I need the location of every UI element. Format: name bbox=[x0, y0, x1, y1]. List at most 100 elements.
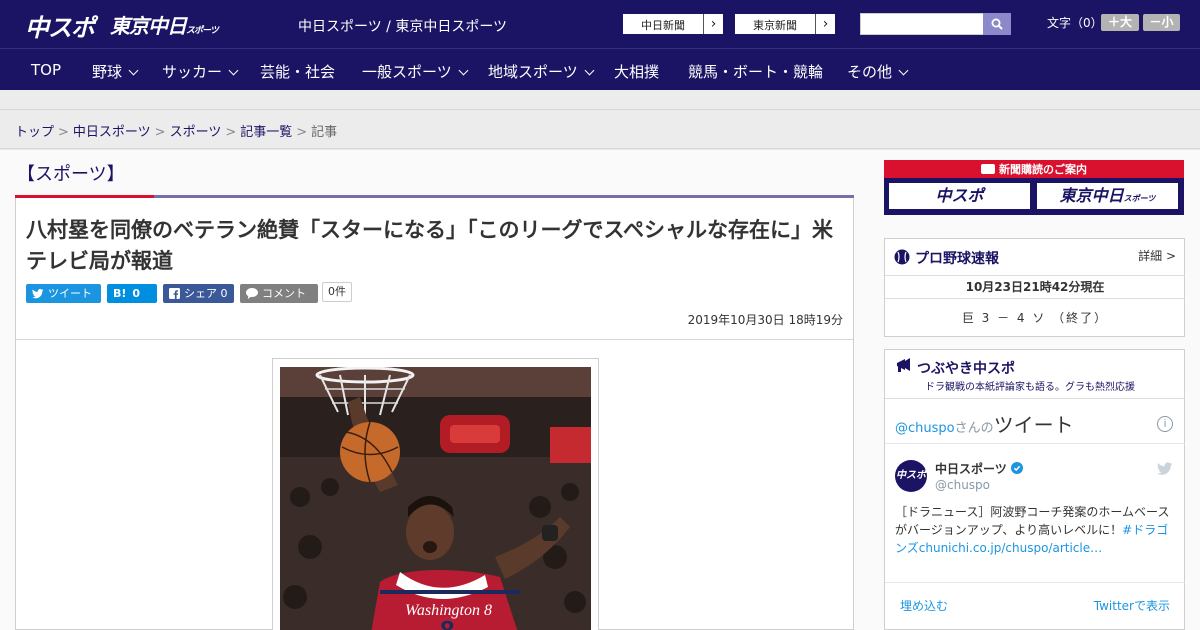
speech-bubble-icon bbox=[246, 288, 258, 299]
nav-item-soccer[interactable]: サッカー bbox=[162, 61, 239, 82]
divider bbox=[885, 582, 1185, 583]
twitter-embed-user-suffix: さんの bbox=[954, 421, 994, 436]
nav-item-sumo[interactable]: 大相撲 bbox=[614, 61, 659, 82]
facebook-share-button[interactable]: シェア 0 bbox=[163, 284, 234, 303]
breadcrumb-link-article-list[interactable]: 記事一覧 bbox=[240, 125, 292, 140]
basketball-dunk-photo: Washington 8 8 bbox=[280, 367, 591, 630]
newspaper-icon bbox=[981, 164, 995, 174]
comment-label: コメント bbox=[262, 287, 306, 300]
nav-item-baseball[interactable]: 野球 bbox=[92, 61, 139, 82]
subscription-title-text: 新聞購読のご案内 bbox=[999, 163, 1087, 176]
breadcrumb-separator: > bbox=[296, 125, 308, 140]
chevron-down-icon bbox=[228, 65, 239, 76]
tweet-text: ［ドラニュース］阿波野コーチ発案のホームベースがバージョンアップ、より高いレベル… bbox=[895, 503, 1177, 557]
tweet-author-handle[interactable]: @chuspo bbox=[935, 478, 990, 492]
breadcrumb-link-sports[interactable]: スポーツ bbox=[170, 125, 222, 140]
twitter-embed: @chuspoさんのツイート i 中スポ 中日スポーツ @chuspo ［ドラニ… bbox=[885, 398, 1185, 630]
nav-item-top[interactable]: TOP bbox=[31, 61, 61, 79]
nav-label: TOP bbox=[31, 61, 62, 79]
baseball-score[interactable]: 巨 3 － 4 ソ （終了） bbox=[885, 309, 1185, 326]
info-icon[interactable]: i bbox=[1157, 416, 1173, 432]
nav-item-racing[interactable]: 競馬・ボート・競輪 bbox=[688, 61, 823, 82]
tokyo-shimbun-button[interactable]: 東京新聞 › bbox=[734, 13, 836, 35]
nav-label: 一般スポーツ bbox=[362, 63, 452, 81]
font-decrease-button[interactable]: －小 bbox=[1143, 14, 1180, 31]
search-input[interactable] bbox=[860, 13, 984, 35]
hatena-b-icon: B! bbox=[113, 287, 127, 300]
paper-button-label: 中日新聞 bbox=[641, 19, 685, 32]
nav-label: サッカー bbox=[162, 63, 223, 81]
tweet-author-name-text: 中日スポーツ bbox=[935, 462, 1007, 476]
baseball-scores-box: プロ野球速報 詳細 > 10月23日21時42分現在 巨 3 － 4 ソ （終了… bbox=[884, 238, 1185, 337]
nav-label: 地域スポーツ bbox=[488, 63, 578, 81]
divider bbox=[16, 339, 853, 340]
breadcrumb-separator: > bbox=[58, 125, 69, 140]
hatena-bookmark-button[interactable]: B! 0 bbox=[107, 284, 157, 303]
top-header: 中スポ 東京中日スポーツ 中日スポーツ / 東京中日スポーツ 中日新聞 › 東京… bbox=[0, 0, 1200, 48]
tweet-button[interactable]: ツイート bbox=[26, 284, 101, 303]
tokyo-logo-suffix: スポーツ bbox=[186, 26, 219, 36]
baseball-detail-link[interactable]: 詳細 > bbox=[1138, 247, 1176, 264]
subscription-title: 新聞購読のご案内 bbox=[884, 161, 1184, 177]
twitter-box-subtitle: ドラ観戦の本紙評論家も語る。グラも熱烈応援 bbox=[925, 382, 1135, 393]
breadcrumb-bar: トップ > 中日スポーツ > スポーツ > 記事一覧 > 記事 bbox=[0, 111, 1200, 149]
tokyo-logo-text: 東京中日 bbox=[110, 14, 187, 38]
nav-label: 競馬・ボート・競輪 bbox=[688, 63, 824, 81]
publish-date: 2019年10月30日 18時19分 bbox=[687, 313, 843, 327]
chevron-down-icon bbox=[128, 65, 139, 76]
twitter-embed-header: @chuspoさんのツイート bbox=[895, 409, 1074, 438]
article-headline: 八村塁を同僚のベテラン絶賛「スターになる」「このリーグでスペシャルな存在に」米テ… bbox=[26, 218, 834, 273]
subscribe-tokyo-chunichi-button[interactable]: 東京中日スポーツ bbox=[1035, 181, 1180, 211]
breadcrumb-link-chunichi-sports[interactable]: 中日スポーツ bbox=[73, 125, 151, 140]
chunichi-shimbun-button[interactable]: 中日新聞 › bbox=[622, 13, 724, 35]
nav-item-entertainment[interactable]: 芸能・社会 bbox=[260, 61, 335, 82]
twitter-box-title: つぶやき中スポ bbox=[917, 361, 1015, 377]
site-title[interactable]: 中日スポーツ / 東京中日スポーツ bbox=[298, 16, 507, 36]
main-content: 【スポーツ】 八村塁を同僚のベテラン絶賛「スターになる」「このリーグでスペシャル… bbox=[0, 150, 1200, 630]
tweet-author-name[interactable]: 中日スポーツ bbox=[935, 460, 1023, 477]
nav-label: その他 bbox=[847, 63, 893, 81]
facebook-share-label: シェア 0 bbox=[184, 287, 228, 300]
subscribe-chuspo-button[interactable]: 中スポ bbox=[887, 181, 1032, 211]
search-icon bbox=[991, 18, 1003, 30]
search-button[interactable] bbox=[983, 13, 1011, 35]
nav-label: 野球 bbox=[92, 63, 123, 81]
article-photo-frame: Washington 8 8 bbox=[272, 358, 599, 630]
chevron-right-icon: › bbox=[815, 14, 835, 34]
nav-label: 大相撲 bbox=[614, 63, 660, 81]
sub-bar bbox=[0, 90, 1200, 110]
embed-link[interactable]: 埋め込む bbox=[900, 597, 948, 614]
breadcrumb: トップ > 中日スポーツ > スポーツ > 記事一覧 > 記事 bbox=[15, 121, 337, 140]
comment-count: 0件 bbox=[322, 282, 352, 302]
breadcrumb-link-top[interactable]: トップ bbox=[15, 125, 54, 140]
chevron-down-icon bbox=[458, 65, 469, 76]
baseball-title: プロ野球速報 bbox=[915, 251, 999, 267]
baseball-timestamp: 10月23日21時42分現在 bbox=[885, 275, 1185, 299]
megaphone-icon bbox=[897, 358, 910, 372]
verified-badge-icon bbox=[1010, 462, 1023, 474]
subscribe-tokyo-suffix: スポーツ bbox=[1123, 194, 1156, 203]
article-photo[interactable]: Washington 8 8 bbox=[280, 367, 591, 630]
nav-item-local-sports[interactable]: 地域スポーツ bbox=[488, 61, 595, 82]
twitter-embed-user[interactable]: @chuspo bbox=[895, 421, 955, 436]
font-size-label: 文字（0） bbox=[1047, 16, 1103, 30]
chevron-down-icon bbox=[898, 65, 909, 76]
twitter-bird-icon bbox=[32, 289, 44, 299]
facebook-icon bbox=[169, 288, 180, 299]
twitter-embed-heading: ツイート bbox=[993, 413, 1074, 437]
breadcrumb-separator: > bbox=[225, 125, 237, 140]
nav-item-other[interactable]: その他 bbox=[847, 61, 909, 82]
nav-label: 芸能・社会 bbox=[260, 63, 336, 81]
nav-item-general-sports[interactable]: 一般スポーツ bbox=[362, 61, 469, 82]
comment-button[interactable]: コメント bbox=[240, 284, 318, 303]
avatar[interactable]: 中スポ bbox=[895, 460, 927, 492]
chevron-right-icon: › bbox=[703, 14, 723, 34]
view-on-twitter-link[interactable]: Twitterで表示 bbox=[1094, 597, 1170, 614]
chuspo-logo[interactable]: 中スポ bbox=[25, 8, 95, 43]
tokyo-chunichi-logo[interactable]: 東京中日スポーツ bbox=[110, 10, 219, 39]
twitter-box: つぶやき中スポ ドラ観戦の本紙評論家も語る。グラも熱烈応援 @chuspoさんの… bbox=[884, 349, 1185, 630]
tweet-label: ツイート bbox=[48, 287, 92, 300]
font-increase-button[interactable]: ＋大 bbox=[1101, 14, 1139, 31]
hatena-count: 0 bbox=[132, 287, 141, 300]
twitter-bird-icon[interactable] bbox=[1157, 462, 1173, 476]
